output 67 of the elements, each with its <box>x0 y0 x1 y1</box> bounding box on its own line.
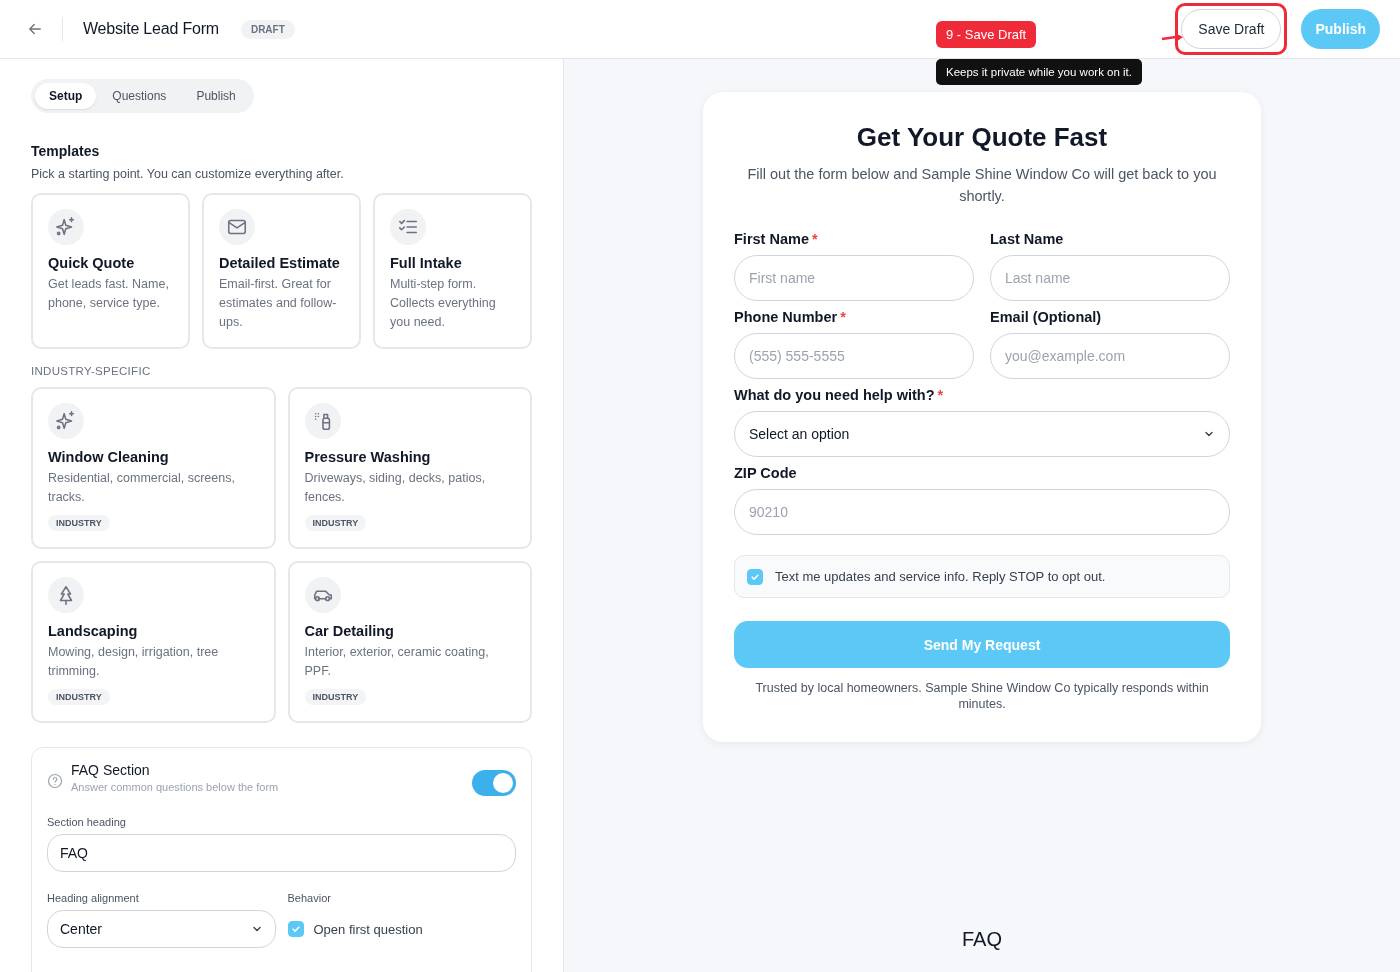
sparkle-icon <box>55 216 77 238</box>
template-description: Interior, exterior, ceramic coating, PPF. <box>304 644 490 680</box>
input-field[interactable]: First name <box>734 255 974 301</box>
input-field[interactable]: you@example.com <box>990 333 1230 379</box>
section-label: INDUSTRY-SPECIFIC <box>31 365 152 377</box>
template-card[interactable]: Car Detailing Interior, exterior, ceramic coating, PPF. INDUSTRY <box>287 561 532 723</box>
check-icon <box>290 924 301 934</box>
checkbox-label: Text me updates and service info. Reply STOP to opt out. <box>775 569 1106 584</box>
tab[interactable]: Questions <box>98 83 181 109</box>
tab[interactable]: Publish <box>182 83 250 109</box>
help-icon <box>47 773 63 789</box>
input-field[interactable]: 90210 <box>734 489 1230 535</box>
form-description: Fill out the form below and Sample Shine Window Co will get back to you shortly. <box>746 165 1218 206</box>
template-title: Window Cleaning <box>48 449 170 465</box>
field-label: First Name * <box>734 231 819 247</box>
toggle-switch[interactable] <box>472 770 516 796</box>
input-field[interactable]: FAQ <box>47 834 516 872</box>
input-field[interactable]: Last name <box>990 255 1230 301</box>
dropdown[interactable]: Center <box>47 910 276 948</box>
field-label: ZIP Code <box>734 465 798 481</box>
sparkle-icon <box>55 410 77 432</box>
template-description: Driveways, siding, decks, patios, fences. <box>304 470 487 506</box>
faq-section-title: FAQ Section <box>71 762 151 778</box>
template-title: Full Intake <box>390 255 463 271</box>
template-description: Email-first. Great for estimates and follow-ups. <box>219 276 338 331</box>
form-heading: Get Your Quote Fast <box>855 122 1109 153</box>
template-title: Detailed Estimate <box>219 255 341 271</box>
field-label: Phone Number * <box>734 309 847 325</box>
template-title: Quick Quote <box>48 255 136 271</box>
template-card[interactable]: Landscaping Mowing, design, irrigation, tree trimming. INDUSTRY <box>31 561 276 723</box>
template-description: Residential, commercial, screens, tracks. <box>48 470 236 506</box>
checkbox-label: Open first question <box>313 921 423 937</box>
status-badge: DRAFT <box>240 19 295 39</box>
field-label: Behavior <box>287 892 332 904</box>
field-label: Email (Optional) <box>990 309 1103 325</box>
template-card[interactable]: Quick Quote Get leads fast. Name, phone, service type. <box>31 193 190 349</box>
template-card[interactable]: Detailed Estimate Email-first. Great for estimates and follow-ups. <box>202 193 361 349</box>
industry-tag: INDUSTRY <box>48 515 110 531</box>
form-title: Website Lead Form <box>83 20 219 38</box>
template-description: Get leads fast. Name, phone, service type. <box>48 276 170 312</box>
section-title: Templates <box>31 143 101 159</box>
tooltip: Keeps it private while you work on it. <box>936 59 1142 85</box>
industry-tag: INDUSTRY <box>304 515 367 531</box>
field-label: Heading alignment <box>47 892 140 904</box>
field-label: What do you need help with? * <box>734 387 945 403</box>
template-card[interactable]: Window Cleaning Residential, commercial, screens, tracks. INDUSTRY <box>31 387 276 549</box>
template-description: Multi-step form. Collects everything you need. <box>390 276 497 331</box>
checkbox[interactable] <box>747 568 763 585</box>
tab[interactable]: Setup <box>35 83 97 109</box>
section-description: Pick a starting point. You can customize everything after. <box>31 167 345 181</box>
footnote: Trusted by local homeowners. Sample Shine Window Co typically responds within minutes. <box>754 680 1210 712</box>
annotation-badge: 9 - Save Draft <box>936 21 1037 48</box>
template-card[interactable]: Pressure Washing Driveways, siding, decks, patios, fences. INDUSTRY <box>287 387 532 549</box>
template-description: Mowing, design, irrigation, tree trimming. <box>48 644 220 680</box>
template-card[interactable]: Full Intake Multi-step form. Collects everything you need. <box>373 193 532 349</box>
field-label: Section heading <box>47 816 127 828</box>
save-draft-button[interactable]: Save Draft <box>1181 9 1282 49</box>
industry-tag: INDUSTRY <box>48 689 110 705</box>
checkbox[interactable] <box>287 921 304 937</box>
input-field[interactable]: (555) 555-5555 <box>734 333 974 379</box>
template-title: Pressure Washing <box>304 449 432 465</box>
faq-heading: FAQ <box>962 928 1002 951</box>
industry-tag: INDUSTRY <box>304 689 367 705</box>
field-label: Last Name <box>990 231 1065 247</box>
template-title: Landscaping <box>48 623 139 639</box>
template-title: Car Detailing <box>304 623 395 639</box>
faq-section-description: Answer common questions below the form <box>71 781 279 793</box>
